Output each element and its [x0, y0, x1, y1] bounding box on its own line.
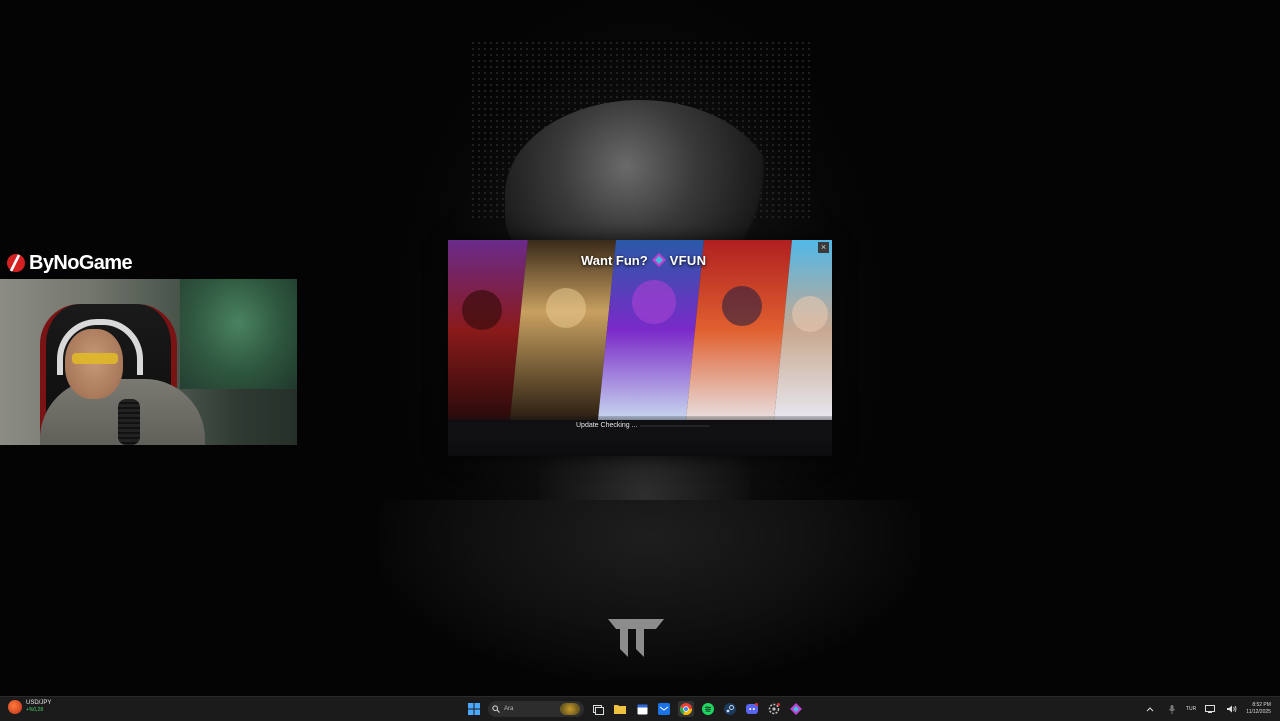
search-placeholder: Ara — [504, 706, 514, 712]
chrome-icon[interactable] — [678, 701, 694, 717]
team-logo-icon — [608, 619, 664, 657]
update-status-text: Update Checking ... — [576, 422, 638, 429]
vfun-logo-icon — [651, 253, 666, 267]
yellow-glasses — [72, 353, 118, 364]
brand-watermark: ByNoGame — [6, 250, 133, 276]
webcam-background — [180, 279, 297, 389]
clock-time: 8:52 PM — [1252, 702, 1271, 708]
spotify-icon[interactable] — [700, 701, 716, 717]
brand-name: ByNoGame — [29, 251, 133, 274]
taskbar-apps: Ara — [466, 699, 804, 719]
microphone — [118, 399, 140, 445]
clock-date: 11/12/2025 — [1246, 709, 1271, 715]
calendar-icon[interactable] — [634, 701, 650, 717]
stock-widget[interactable]: USD/JPY +%0,28 — [8, 700, 51, 714]
vfun-icon[interactable] — [788, 701, 804, 717]
ticker-symbol: USD/JPY — [26, 700, 52, 706]
task-view-icon[interactable] — [590, 701, 606, 717]
launcher-status-bar — [448, 416, 832, 456]
chevron-up-icon[interactable] — [1142, 701, 1158, 717]
language-indicator[interactable]: TUR — [1186, 706, 1196, 712]
file-explorer-icon[interactable] — [612, 701, 628, 717]
taskbar: USD/JPY +%0,28 Ara TUR 8:52 PM 11/12/202… — [0, 696, 1280, 721]
launcher-title: Want Fun? VFUN — [581, 250, 706, 270]
webcam-feed — [0, 279, 297, 445]
currency-icon — [8, 700, 22, 714]
microphone-icon[interactable] — [1164, 701, 1180, 717]
system-tray: TUR 8:52 PM 11/12/2025 — [1142, 699, 1280, 719]
ticker-change: +%0,28 — [26, 707, 44, 713]
steam-icon[interactable] — [722, 701, 738, 717]
clock[interactable]: 8:52 PM 11/12/2025 — [1246, 702, 1271, 716]
game-launcher-window[interactable]: Want Fun? VFUN × Update Checking ... — [448, 240, 832, 456]
discord-icon[interactable] — [744, 701, 760, 717]
search-input[interactable]: Ara — [488, 701, 584, 717]
mail-icon[interactable] — [656, 701, 672, 717]
brand-logo-icon — [7, 254, 25, 272]
start-icon[interactable] — [466, 701, 482, 717]
volume-icon[interactable] — [1224, 701, 1240, 717]
update-progress-bar — [640, 425, 710, 427]
network-icon[interactable] — [1202, 701, 1218, 717]
search-icon — [492, 705, 500, 713]
launcher-tagline: Want Fun? — [581, 252, 648, 268]
settings-icon[interactable] — [766, 701, 782, 717]
search-highlight-icon — [560, 703, 580, 715]
launcher-brand: VFUN — [669, 252, 707, 268]
close-button[interactable]: × — [818, 242, 829, 253]
